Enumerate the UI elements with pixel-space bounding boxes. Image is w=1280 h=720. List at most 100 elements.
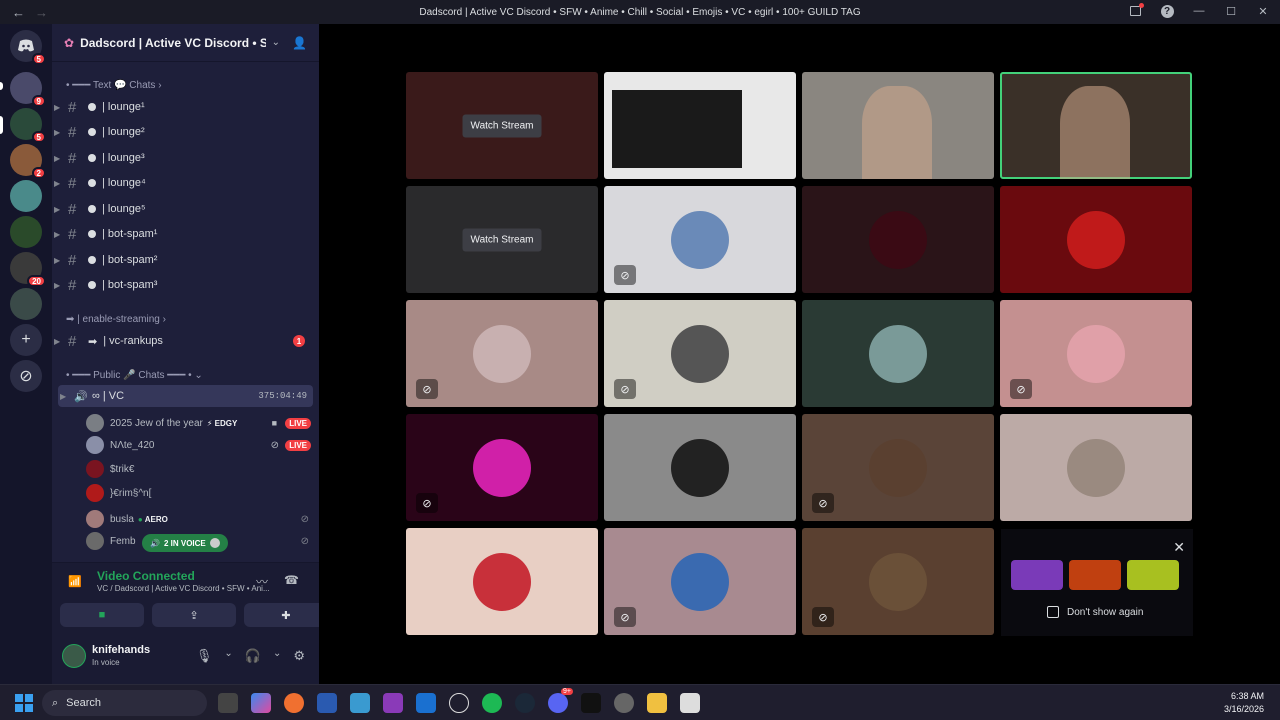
close-window-button[interactable]: ✕ (1256, 4, 1270, 18)
firefox-icon[interactable] (284, 693, 304, 713)
steam-icon[interactable] (515, 693, 535, 713)
avatar[interactable] (62, 644, 86, 668)
voice-member[interactable]: 2025 Jew of the year ⚡ EDGY ■ LIVE (86, 412, 311, 434)
voice-member[interactable]: busla ● AERO ⊘ (86, 508, 311, 530)
video-tile[interactable]: ⊘ (406, 300, 598, 407)
system-clock[interactable]: 6:38 AM 3/16/2026 (1224, 690, 1264, 716)
activity-card[interactable] (1011, 560, 1063, 590)
dont-show-again-checkbox[interactable]: Don't show again (1047, 606, 1143, 618)
activities-button[interactable]: ✚ (244, 603, 328, 627)
screen-share-button[interactable]: ⇪ (152, 603, 236, 627)
minimize-button[interactable]: — (1192, 4, 1206, 18)
channel-lounge-3[interactable]: ▶ # | lounge³ (52, 147, 319, 169)
video-tile[interactable]: ⊘ (802, 414, 994, 521)
video-tile[interactable] (604, 72, 796, 179)
remote-desktop-icon[interactable] (317, 693, 337, 713)
watch-stream-button[interactable]: Watch Stream (462, 114, 542, 137)
voice-member[interactable]: }€rim§^n[ (86, 482, 311, 504)
avatar (1067, 324, 1125, 383)
video-tile[interactable]: ⊘ (406, 414, 598, 521)
video-tile[interactable]: ⊘ (604, 186, 796, 293)
video-tile[interactable] (406, 528, 598, 635)
notepad-icon[interactable] (350, 693, 370, 713)
video-tile[interactable] (1000, 186, 1192, 293)
headphones-icon[interactable]: 🎧 (245, 648, 261, 664)
video-tile[interactable]: Watch Stream (406, 72, 598, 179)
server-icon[interactable] (10, 288, 42, 320)
channel-lounge-2[interactable]: ▶ # | lounge² (52, 121, 319, 143)
file-icon[interactable] (218, 693, 238, 713)
snipping-icon[interactable] (680, 693, 700, 713)
maximize-button[interactable]: ☐ (1224, 4, 1238, 18)
chevron-down-icon[interactable]: ⌄ (224, 648, 232, 664)
server-icon[interactable]: 20 (10, 252, 46, 287)
server-icon[interactable]: 9 (10, 72, 46, 107)
add-server-icon[interactable]: + (10, 324, 42, 356)
clapper-icon[interactable] (383, 693, 403, 713)
video-tile[interactable]: ⊘ (604, 300, 796, 407)
help-icon[interactable]: ? (1160, 4, 1174, 18)
copilot-icon[interactable] (251, 693, 271, 713)
taskbar-search[interactable]: ⌕ Search (42, 690, 207, 716)
guild-header[interactable]: ✿ Dadscord | Active VC Discord • S... ⌄ … (52, 24, 319, 62)
channel-lounge-4[interactable]: ▶ # | lounge⁴ (52, 172, 319, 194)
video-tile[interactable] (604, 414, 796, 521)
activity-card[interactable] (1127, 560, 1179, 590)
category-text-chats[interactable]: • ━━━ Text 💬 Chats › (66, 80, 162, 91)
discord-taskbar-icon[interactable]: 9+ (548, 688, 573, 713)
server-icon[interactable] (10, 216, 42, 248)
watch-stream-button[interactable]: Watch Stream (462, 228, 542, 251)
spotify-icon[interactable] (482, 693, 502, 713)
voice-member[interactable]: $trik€ (86, 458, 311, 480)
camera-button[interactable]: ■ (60, 603, 144, 627)
server-icon[interactable]: 2 (10, 144, 46, 179)
category-enable-streaming[interactable]: ➡ | enable-streaming › (66, 314, 166, 325)
microphone-icon[interactable]: 🎙 (196, 648, 213, 664)
folder-icon[interactable] (647, 693, 667, 713)
video-tile[interactable]: ⊘ (802, 528, 994, 635)
video-tile[interactable] (802, 72, 994, 179)
chevron-down-icon[interactable]: ⌄ (273, 648, 281, 664)
audio-meter-icon[interactable] (581, 693, 601, 713)
channel-bot-spam-1[interactable]: ▶ # | bot-spam¹ (52, 223, 319, 245)
server-icon[interactable]: 5 (10, 108, 46, 143)
server-icon[interactable] (10, 180, 42, 212)
signal-icon[interactable]: 📶 (68, 575, 82, 588)
forward-arrow-icon[interactable]: → (35, 5, 48, 20)
video-tile[interactable]: ⊘ (604, 528, 796, 635)
channel-lounge-1[interactable]: ▶ # | lounge¹ (52, 96, 319, 118)
close-icon[interactable]: ✕ (1173, 539, 1185, 556)
voice-channel-vc[interactable]: ▶ 🔊 ∞ | VC 375:04:49 (58, 385, 313, 407)
discord-home-icon[interactable]: 5 (10, 30, 46, 65)
video-tile[interactable]: ⊘ (1000, 300, 1192, 407)
noise-suppression-icon[interactable]: 〰 (256, 573, 268, 590)
member-name: busla (110, 513, 134, 525)
disconnect-icon[interactable]: ☎ (284, 573, 299, 590)
video-tile[interactable] (1000, 414, 1192, 521)
video-tile[interactable] (802, 186, 994, 293)
invite-user-icon[interactable]: 👤 (292, 36, 307, 50)
server-rail: 5 9 5 2 20 + ⊘ (0, 24, 52, 684)
windows-start-icon[interactable] (15, 694, 33, 712)
channel-bot-spam-3[interactable]: ▶ # | bot-spam³ (52, 274, 319, 296)
channel-vc-rankups[interactable]: ▶ # ➡ | vc-rankups 1 (52, 330, 319, 352)
in-voice-pill[interactable]: 🔊 2 IN VOICE (142, 534, 228, 552)
channel-lounge-5[interactable]: ▶ # | lounge⁵ (52, 198, 319, 220)
video-tile[interactable] (802, 300, 994, 407)
inbox-icon[interactable] (1128, 3, 1144, 18)
voice-channel-path[interactable]: VC / Dadscord | Active VC Discord • SFW … (97, 584, 277, 593)
category-public-chats[interactable]: • ━━━ Public 🎤 Chats ━━━ • ⌄ (66, 370, 203, 381)
activity-card[interactable] (1069, 560, 1121, 590)
mail-icon[interactable] (416, 693, 436, 713)
voice-status[interactable]: Video Connected (97, 569, 195, 583)
back-arrow-icon[interactable]: ← (12, 5, 25, 20)
channel-bot-spam-2[interactable]: ▶ # | bot-spam² (52, 249, 319, 271)
video-tile[interactable] (1000, 72, 1192, 179)
gear-icon[interactable]: ⚙ (293, 648, 305, 664)
voice-member[interactable]: NΛte_420 ⊘ LIVE (86, 434, 311, 456)
username[interactable]: knifehands (92, 644, 150, 656)
video-tile[interactable]: Watch Stream (406, 186, 598, 293)
chatgpt-icon[interactable] (449, 693, 469, 713)
settings-icon[interactable] (614, 693, 634, 713)
discover-icon[interactable]: ⊘ (10, 360, 42, 392)
